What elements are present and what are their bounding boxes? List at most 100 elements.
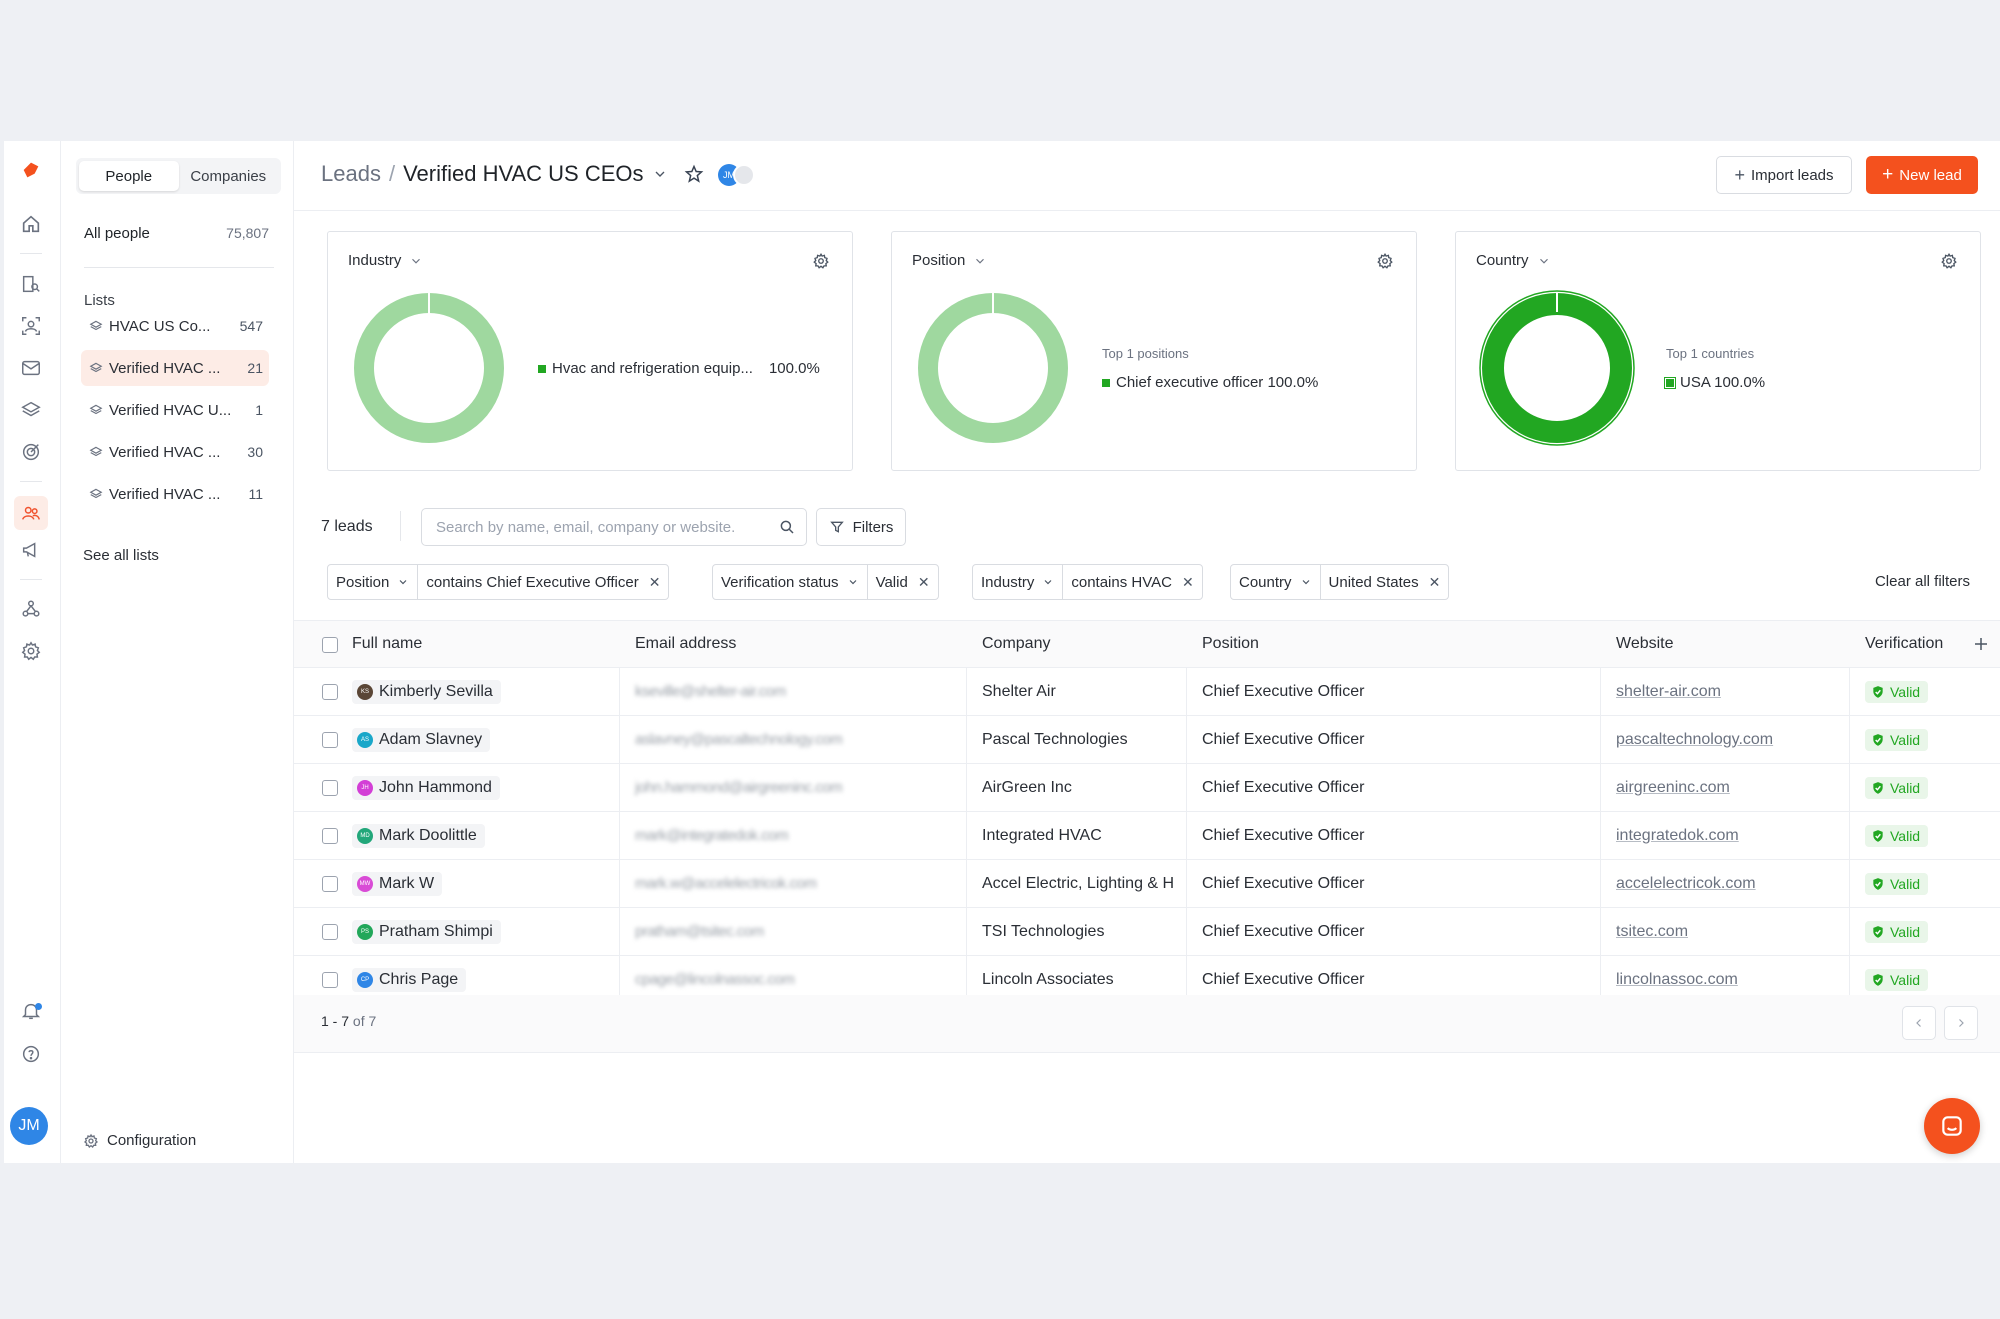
cell-position: Chief Executive Officer [1202,874,1365,892]
tab-people[interactable]: People [79,161,179,191]
user-avatar[interactable]: JM [10,1107,48,1145]
name-pill[interactable]: JH John Hammond [352,775,500,800]
position-dropdown[interactable]: Position [912,252,987,269]
clear-all-filters-button[interactable]: Clear all filters [1875,573,1970,590]
star-icon[interactable] [684,164,704,184]
name-pill[interactable]: PS Pratham Shimpi [352,919,501,944]
filters-button[interactable]: Filters [816,508,906,546]
chevron-down-icon [399,580,407,585]
settings-icon[interactable] [18,638,44,664]
lead-name: Pratham Shimpi [379,922,493,940]
col-header-verification[interactable]: Verification [1849,621,1979,667]
megaphone-icon[interactable] [18,537,44,563]
table-row[interactable]: JH John Hammond john.hammond@airgreeninc.c… [294,764,2000,812]
new-lead-button[interactable]: + New lead [1866,156,1978,194]
cell-company: Pascal Technologies [982,730,1128,748]
tab-companies[interactable]: Companies [179,161,279,191]
email-address[interactable]: mark@integratedok.com [635,827,789,844]
prev-page-button[interactable] [1902,1006,1936,1040]
next-page-button[interactable] [1944,1006,1978,1040]
website-link[interactable]: airgreeninc.com [1616,779,1730,797]
list-item-active[interactable]: Verified HVAC ... 21 [81,350,269,386]
layers-icon [89,446,103,457]
email-address[interactable]: kseville@shelter-air.com [635,683,786,700]
name-pill[interactable]: MW Mark W [352,871,443,896]
import-leads-label: Import leads [1750,166,1834,184]
email-address[interactable]: john.hammond@airgreeninc.com [635,779,843,796]
email-address[interactable]: cpage@lincolnassoc.com [635,971,795,988]
gear-icon[interactable] [1376,252,1394,270]
layers-icon[interactable] [18,397,44,423]
filter-key-dropdown[interactable]: Country [1231,565,1321,599]
bell-icon[interactable] [18,998,44,1024]
website-link[interactable]: integratedok.com [1616,827,1739,845]
table-row[interactable]: AS Adam Slavney aslavney@pascaltechnology.… [294,716,2000,764]
mail-check-icon[interactable] [18,355,44,381]
gear-icon[interactable] [812,252,830,270]
filter-value[interactable]: United States ✕ [1321,565,1449,599]
filter-value[interactable]: contains Chief Executive Officer ✕ [418,565,668,599]
col-header-full-name[interactable]: Full name [336,621,619,667]
close-icon[interactable]: ✕ [1182,574,1194,591]
email-address[interactable]: aslavney@pascaltechnology.com [635,731,843,748]
see-all-lists-link[interactable]: See all lists [83,547,159,564]
list-item[interactable]: Verified HVAC ... 30 [81,434,269,470]
gear-icon[interactable] [1940,252,1958,270]
network-icon[interactable] [18,596,44,622]
col-header-company[interactable]: Company [966,621,1186,667]
filter-value[interactable]: Valid ✕ [868,565,938,599]
chevron-down-icon [1044,580,1052,585]
close-icon[interactable]: ✕ [918,574,930,591]
close-icon[interactable]: ✕ [649,574,661,591]
breadcrumb: Leads / Verified HVAC US CEOs [321,161,704,187]
list-item[interactable]: Verified HVAC U... 1 [81,392,269,428]
email-address[interactable]: mark.w@accelelectricok.com [635,875,817,892]
configuration-link[interactable]: Configuration [83,1132,196,1149]
name-pill[interactable]: KS Kimberly Sevilla [352,679,501,704]
close-icon[interactable]: ✕ [1429,574,1441,591]
list-item[interactable]: Verified HVAC ... 11 [81,476,269,512]
breadcrumb-root[interactable]: Leads [321,161,381,187]
chevron-down-icon [1302,580,1309,585]
table-row[interactable]: KS Kimberly Sevilla kseville@shelter-air.c… [294,668,2000,716]
chat-launcher-button[interactable] [1924,1098,1980,1154]
name-pill[interactable]: AS Adam Slavney [352,727,491,752]
website-link[interactable]: accelelectricok.com [1616,875,1756,893]
table-row[interactable]: PS Pratham Shimpi pratham@tsitec.com TSI Te… [294,908,2000,956]
list-item[interactable]: HVAC US Co... 547 [81,308,269,344]
chevron-down-icon[interactable] [652,166,668,182]
people-icon[interactable] [14,496,48,530]
name-pill[interactable]: MD Mark Doolittle [352,823,485,848]
name-pill[interactable]: CP Chris Page [352,967,467,992]
all-people-item[interactable]: All people 75,807 [84,225,269,242]
filter-key-dropdown[interactable]: Position [328,565,419,599]
website-link[interactable]: shelter-air.com [1616,683,1721,701]
filter-key-dropdown[interactable]: Verification status [713,565,868,599]
filter-key-dropdown[interactable]: Industry [973,565,1064,599]
divider [84,267,274,268]
person-search-icon[interactable] [18,313,44,339]
col-header-position[interactable]: Position [1186,621,1600,667]
search-input[interactable]: Search by name, email, company or websit… [421,508,807,546]
website-link[interactable]: tsitec.com [1616,923,1688,941]
website-link[interactable]: pascaltechnology.com [1616,731,1773,749]
home-icon[interactable] [18,211,44,237]
filter-value[interactable]: contains HVAC ✕ [1063,565,1201,599]
email-address[interactable]: pratham@tsitec.com [635,923,764,940]
col-header-website[interactable]: Website [1600,621,1849,667]
logo-icon[interactable] [18,157,44,183]
import-leads-button[interactable]: + Import leads [1716,156,1852,194]
industry-dropdown[interactable]: Industry [348,252,423,269]
country-dropdown[interactable]: Country [1476,252,1551,269]
help-icon[interactable] [18,1041,44,1067]
col-header-email[interactable]: Email address [619,621,966,667]
company-search-icon[interactable] [18,271,44,297]
table-row[interactable]: MW Mark W mark.w@accelelectricok.com Accel … [294,860,2000,908]
website-link[interactable]: lincolnassoc.com [1616,971,1738,989]
table-row[interactable]: MD Mark Doolittle mark@integratedok.com Int… [294,812,2000,860]
target-icon[interactable] [18,439,44,465]
collaborator-avatar-2[interactable] [733,164,755,186]
cell-website: airgreeninc.com [1600,764,1849,811]
add-column-icon[interactable] [1972,635,1990,653]
avatar: MW [357,875,373,892]
